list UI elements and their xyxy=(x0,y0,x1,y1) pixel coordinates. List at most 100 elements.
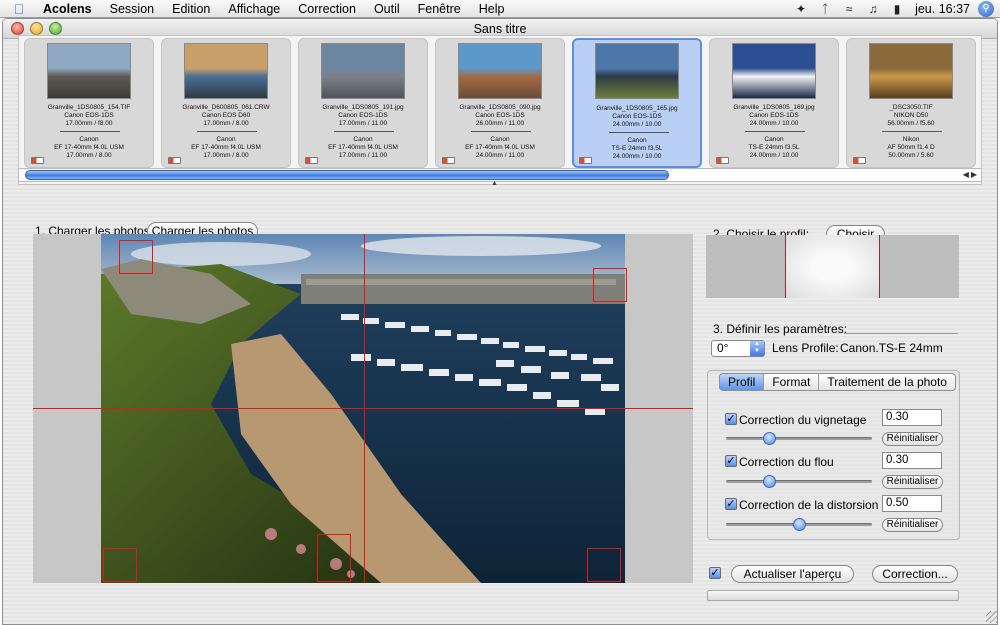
blur-slider-track[interactable] xyxy=(726,480,872,483)
card-camera: Canon EOS-1DS xyxy=(749,112,799,119)
minimize-window-button[interactable] xyxy=(30,22,43,35)
menu-correction[interactable]: Correction xyxy=(289,2,365,16)
card-filename: Granville_1DS0805_165.jpg xyxy=(596,105,678,112)
settings-tabs: Profil Format Traitement de la photo xyxy=(719,373,956,391)
filmstrip-scrollbar[interactable]: ◀▶ xyxy=(18,168,982,182)
filmstrip-card[interactable]: Granville_1DS0805_169.jpg Canon EOS-1DS 24… xyxy=(709,38,839,168)
filmstrip-card[interactable]: Granville_D600805_061.CRW Canon EOS D60 17… xyxy=(161,38,291,168)
card-divider xyxy=(609,132,669,133)
menu-session[interactable]: Session xyxy=(101,2,163,16)
card-camera: Canon EOS D60 xyxy=(201,112,251,119)
blur-value-field[interactable]: 0.30 xyxy=(882,452,942,469)
card-setting: 17.00mm / 11.00 xyxy=(338,120,388,127)
card-lens-setting: 24.00mm / 10.00 xyxy=(749,152,799,159)
rotation-select[interactable]: 0° ▲ ▼ xyxy=(711,340,765,357)
apple-menu-icon[interactable]:  xyxy=(4,1,34,17)
card-camera: Canon EOS-1DS xyxy=(612,113,662,120)
card-lens: EF 17-40mm f4.0L USM xyxy=(191,144,261,151)
auto-preview-checkbox[interactable]: ✓ xyxy=(709,567,721,579)
sample-region-top-right xyxy=(593,268,627,302)
correction-status-icon xyxy=(305,157,318,164)
card-setting: 17.00mm / 8.00 xyxy=(203,120,249,127)
card-divider xyxy=(471,131,531,132)
card-lens: EF 17-40mm f4.0L USM xyxy=(54,144,124,151)
card-brand: Canon xyxy=(79,136,99,143)
card-filename: Granville_1DS0805_090.jpg xyxy=(459,104,541,111)
zoom-window-button[interactable] xyxy=(49,22,62,35)
wifi-icon[interactable]: ≈ xyxy=(837,2,861,16)
filmstrip-card[interactable]: _DSC3050.TIF NIKON D50 56.00mm / f5.60 Niko… xyxy=(846,38,976,168)
vignetting-checkbox[interactable]: ✓ xyxy=(725,413,737,425)
photo-filmstrip: Granville_1DS0805_154.TIF Canon EOS-1DS 17… xyxy=(18,35,982,185)
volume-icon[interactable]: ♫ xyxy=(861,2,885,16)
card-brand: Canon xyxy=(764,136,784,143)
scroll-arrows-icon[interactable]: ◀▶ xyxy=(963,169,979,181)
photo-thumbnail xyxy=(869,43,953,99)
menu-help[interactable]: Help xyxy=(470,2,514,16)
distortion-slider-knob[interactable] xyxy=(792,518,806,531)
menu-fenetre[interactable]: Fenêtre xyxy=(409,2,470,16)
distortion-checkbox[interactable]: ✓ xyxy=(725,498,737,510)
correction-status-icon xyxy=(31,157,44,164)
photo-preview[interactable] xyxy=(33,234,693,583)
vignetting-slider-track[interactable] xyxy=(726,437,872,440)
profile-sheet xyxy=(785,235,880,298)
card-filename: Granville_1DS0805_191.jpg xyxy=(322,104,404,111)
distortion-label: Correction de la distorsion xyxy=(739,498,879,512)
scrollbar-thumb[interactable] xyxy=(25,170,669,180)
step3-divider xyxy=(844,333,958,334)
card-lens: TS-E 24mm f3.5L xyxy=(611,145,663,152)
vignetting-value-field[interactable]: 0.30 xyxy=(882,409,942,426)
filmstrip-card[interactable]: Granville_1DS0805_165.jpg Canon EOS-1DS 24… xyxy=(572,38,702,168)
card-setting: 26.00mm / 11.00 xyxy=(475,120,525,127)
correction-status-icon xyxy=(442,157,455,164)
tab-profil[interactable]: Profil xyxy=(720,374,765,390)
card-setting: 17.00mm / f8.00 xyxy=(65,120,113,127)
sample-region-top-left xyxy=(119,240,153,274)
card-lens: AF 50mm f1.4 D xyxy=(887,144,935,151)
filmstrip-card[interactable]: Granville_1DS0805_154.TIF Canon EOS-1DS 17… xyxy=(24,38,154,168)
close-window-button[interactable] xyxy=(11,22,24,35)
correction-status-icon xyxy=(579,157,592,164)
card-setting: 24.00mm / 10.00 xyxy=(749,120,799,127)
spotlight-search-icon[interactable]: ⚲ xyxy=(978,1,994,17)
card-camera: Canon EOS-1DS xyxy=(64,112,114,119)
correction-status-icon xyxy=(853,157,866,164)
tab-traitement[interactable]: Traitement de la photo xyxy=(819,374,955,390)
filmstrip-card[interactable]: Granville_1DS0805_090.jpg Canon EOS-1DS 26… xyxy=(435,38,565,168)
profile-preview xyxy=(706,235,959,298)
stepper-arrows-icon[interactable]: ▲ ▼ xyxy=(750,341,764,356)
menu-app-name[interactable]: Acolens xyxy=(34,2,101,16)
card-divider xyxy=(60,131,120,132)
card-brand: Canon xyxy=(353,136,373,143)
blur-checkbox[interactable]: ✓ xyxy=(725,455,737,467)
card-brand: Canon xyxy=(490,136,510,143)
menu-edition[interactable]: Edition xyxy=(163,2,219,16)
menu-clock[interactable]: jeu. 16:37 xyxy=(909,2,978,16)
card-lens: EF 17-40mm f4.0L USM xyxy=(465,144,535,151)
card-lens-setting: 17.00mm / 11.00 xyxy=(338,152,388,159)
card-filename: Granville_1DS0805_154.TIF xyxy=(47,104,131,111)
menu-outil[interactable]: Outil xyxy=(365,2,409,16)
card-lens-setting: 24.00mm / 11.00 xyxy=(475,152,525,159)
bluetooth-icon[interactable]: ᛏ xyxy=(813,2,837,16)
card-lens-setting: 17.00mm / 8.00 xyxy=(66,152,112,159)
correction-button[interactable]: Correction... xyxy=(872,565,958,583)
card-lens: EF 17-40mm f4.0L USM xyxy=(328,144,398,151)
battery-icon[interactable]: ▮ xyxy=(885,2,909,16)
blur-label: Correction du flou xyxy=(739,455,834,469)
distortion-reset-button[interactable]: Réinitialiser xyxy=(882,518,943,532)
resize-grip-icon[interactable] xyxy=(986,611,998,623)
card-lens: TS-E 24mm f3.5L xyxy=(748,144,800,151)
card-brand: Nikon xyxy=(902,136,920,143)
blur-reset-button[interactable]: Réinitialiser xyxy=(882,475,943,489)
menu-affichage[interactable]: Affichage xyxy=(219,2,289,16)
distortion-value-field[interactable]: 0.50 xyxy=(882,495,942,512)
refresh-preview-button[interactable]: Actualiser l'aperçu xyxy=(731,565,854,583)
vignetting-reset-button[interactable]: Réinitialiser xyxy=(882,432,943,446)
script-menu-icon[interactable]: ✦ xyxy=(789,2,813,16)
filmstrip-card[interactable]: Granville_1DS0805_191.jpg Canon EOS-1DS 17… xyxy=(298,38,428,168)
collapse-caret-icon[interactable]: ▲ xyxy=(491,180,498,187)
tab-format[interactable]: Format xyxy=(764,374,820,390)
card-divider xyxy=(197,131,257,132)
